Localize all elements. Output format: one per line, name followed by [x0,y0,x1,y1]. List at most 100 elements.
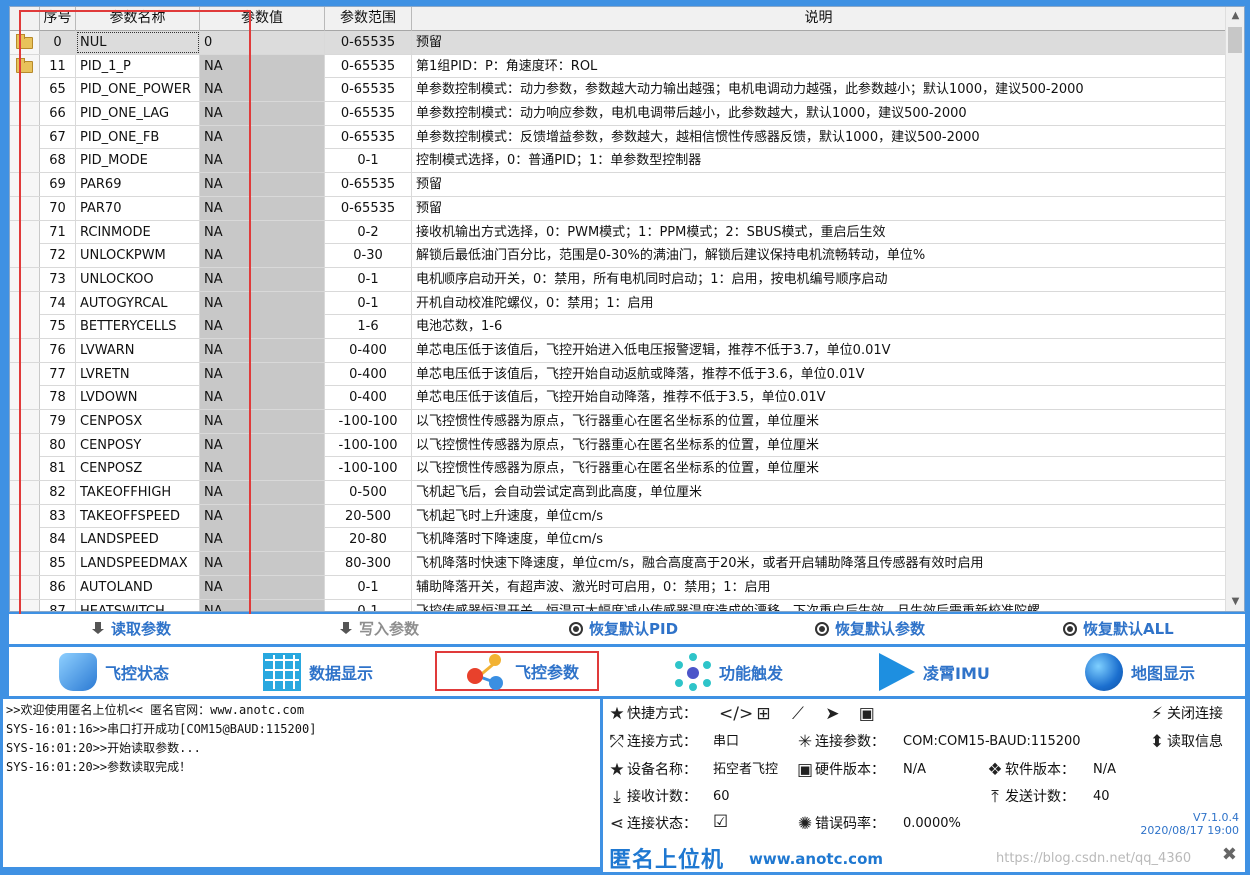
star-icon: ★ [609,760,625,780]
table-row[interactable]: 82 TAKEOFFHIGH NA 0-500 飞机起飞后，会自动尝试定高到此高度，单位… [10,481,1226,505]
device-row: ★ 设备名称： [607,760,697,780]
table-row[interactable]: 85 LANDSPEEDMAX NA 80-300 飞机降落时快速下降速度，单位cm/s… [10,552,1226,576]
cell-desc: 接收机输出方式选择，0：PWM模式；1：PPM模式；2：SBUS模式，重启后生效 [412,220,1226,244]
chart-line-icon[interactable]: ⟋ [788,704,808,724]
table-row[interactable]: 78 LVDOWN NA 0-400 单芯电压低于该值后，飞控开始自动降落，推荐不低于3… [10,386,1226,410]
nav-map-display[interactable]: 地图显示 [1085,647,1195,696]
nav-flight-status[interactable]: 飞控状态 [59,647,169,696]
header-range[interactable]: 参数范围 [325,7,412,31]
cell-value[interactable]: NA [200,54,325,78]
table-row[interactable]: 11 PID_1_P NA 0-65535 第1组PID：P：角速度环：ROL [10,54,1226,79]
table-row[interactable]: 65 PID_ONE_POWER NA 0-65535 单参数控制模式：动力参数，参数越… [10,78,1226,103]
cell-value[interactable]: NA [200,575,325,599]
send-icon[interactable]: ➤ [822,704,842,724]
cell-value[interactable]: 0 [200,31,325,54]
cell-range: 0-30 [325,244,412,268]
box-icon: ❖ [987,760,1003,780]
table-row[interactable]: 84 LANDSPEED NA 20-80 飞机降落时下降速度，单位cm/s [10,528,1226,553]
header-name[interactable]: 参数名称 [76,7,200,31]
cell-no: 80 [40,433,76,457]
cell-range: 0-1 [325,599,412,611]
table-row[interactable]: 81 CENPOSZ NA -100-100 以飞控惯性传感器为原点，飞行器重心在匿名坐… [10,457,1226,482]
cell-value[interactable]: NA [200,244,325,268]
row-indicator [10,433,40,457]
cell-value[interactable]: NA [200,338,325,362]
table-row[interactable]: 73 UNLOCKOO NA 0-1 电机顺序启动开关，0：禁用，所有电机同时启动；1：… [10,267,1226,292]
restore-all-button[interactable]: 恢复默认ALL [1063,614,1174,644]
cell-value[interactable]: NA [200,102,325,126]
nav-data-display[interactable]: 数据显示 [263,647,373,696]
chevron-updown-icon: ⬍ [1149,732,1165,752]
table-row[interactable]: 66 PID_ONE_LAG NA 0-65535 单参数控制模式：动力响应参数，电机电… [10,102,1226,126]
table-row[interactable]: 76 LVWARN NA 0-400 单芯电压低于该值后，飞控开始进入低电压报警逻辑，推… [10,338,1226,363]
table-row[interactable]: 67 PID_ONE_FB NA 0-65535 单参数控制模式：反馈增益参数，参数越大… [10,125,1226,150]
write-params-button[interactable]: 写入参数 [339,614,419,644]
shortcut-icons: </> ⊞ ⟋ ➤ ▣ [719,704,877,724]
hw-label: 硬件版本： [815,762,885,778]
restore-pid-button[interactable]: 恢复默认PID [569,614,678,644]
cell-value[interactable]: NA [200,457,325,481]
code-icon[interactable]: </> [719,704,753,724]
cell-desc: 预留 [412,173,1226,197]
cell-value[interactable]: NA [200,410,325,433]
cell-value[interactable]: NA [200,220,325,244]
scroll-down-icon[interactable]: ▼ [1226,593,1244,611]
table-row[interactable]: 77 LVRETN NA 0-400 单芯电压低于该值后，飞控开始自动返航或降落，推荐不… [10,362,1226,387]
read-params-button[interactable]: 读取参数 [91,614,171,644]
table-row[interactable]: 72 UNLOCKPWM NA 0-30 解锁后最低油门百分比，范围是0-30%的满油门… [10,244,1226,268]
nav-function-trigger[interactable]: 功能触发 [673,647,783,696]
header-desc[interactable]: 说明 [412,7,1226,31]
vertical-scrollbar[interactable]: ▲ ▼ [1225,7,1244,611]
table-row[interactable]: 87 HEATSWITCH NA 0-1 飞控传感器恒温开关，恒温可大幅度减小传感器温度… [10,599,1226,611]
cell-desc: 飞机起飞时上升速度，单位cm/s [412,504,1226,528]
close-connection-button[interactable]: ⚡ 关闭连接 [1147,704,1223,724]
cell-range: 0-65535 [325,196,412,220]
header-value[interactable]: 参数值 [200,7,325,31]
cell-value[interactable]: NA [200,315,325,339]
cell-value[interactable]: NA [200,291,325,315]
table-row[interactable]: 79 CENPOSX NA -100-100 以飞控惯性传感器为原点，飞行器重心在匿名坐… [10,410,1226,434]
table-row[interactable]: 71 RCINMODE NA 0-2 接收机输出方式选择，0：PWM模式；1：PPM模式… [10,220,1226,245]
table-row[interactable]: 86 AUTOLAND NA 0-1 辅助降落开关，有超声波、激光时可启用，0：禁用；1… [10,575,1226,600]
table-row[interactable]: 83 TAKEOFFSPEED NA 20-500 飞机起飞时上升速度，单位cm/s [10,504,1226,529]
cell-desc: 单参数控制模式：动力参数，参数越大动力输出越强；电机电调动力越强，此参数越小；默… [412,78,1226,102]
cell-value[interactable]: NA [200,433,325,457]
table-row[interactable]: 80 CENPOSY NA -100-100 以飞控惯性传感器为原点，飞行器重心在匿名坐… [10,433,1226,458]
cell-value[interactable]: NA [200,504,325,528]
brand-url[interactable]: www.anotc.com [749,850,883,868]
scroll-thumb[interactable] [1228,27,1242,53]
cell-no: 82 [40,481,76,505]
cell-value[interactable]: NA [200,552,325,576]
nav-imu-label: 凌霄IMU [923,663,990,683]
cell-value[interactable]: NA [200,78,325,102]
nav-flight-status-label: 飞控状态 [105,663,170,683]
chip-icon[interactable]: ▣ [857,704,877,724]
table-row[interactable]: 69 PAR69 NA 0-65535 预留 [10,173,1226,197]
table-row[interactable]: 70 PAR70 NA 0-65535 预留 [10,196,1226,221]
header-no[interactable]: 序号 [40,7,76,31]
cell-desc: 以飞控惯性传感器为原点，飞行器重心在匿名坐标系的位置，单位厘米 [412,433,1226,457]
table-row[interactable]: 0 NUL 0 0-65535 预留 [10,31,1226,55]
cell-value[interactable]: NA [200,196,325,220]
cell-value[interactable]: NA [200,386,325,410]
cell-value[interactable]: NA [200,528,325,552]
restore-param-button[interactable]: 恢复默认参数 [815,614,925,644]
cell-name: PID_ONE_POWER [76,78,200,102]
read-info-button[interactable]: ⬍ 读取信息 [1147,732,1223,752]
cell-value[interactable]: NA [200,481,325,505]
cell-value[interactable]: NA [200,599,325,611]
cell-value[interactable]: NA [200,173,325,197]
hierarchy-icon[interactable]: ⊞ [753,704,773,724]
table-row[interactable]: 68 PID_MODE NA 0-1 控制模式选择，0：普通PID；1：单参数型控制器 [10,149,1226,174]
cell-value[interactable]: NA [200,267,325,291]
nav-flight-params[interactable]: 飞控参数 [435,651,600,691]
cell-value[interactable]: NA [200,362,325,386]
nav-imu[interactable]: 凌霄IMU [879,647,990,696]
cell-value[interactable]: NA [200,149,325,173]
table-row[interactable]: 75 BETTERYCELLS NA 1-6 电池芯数，1-6 [10,315,1226,339]
close-icon[interactable]: ✖ [1222,844,1237,865]
cell-value[interactable]: NA [200,125,325,149]
table-row[interactable]: 74 AUTOGYRCAL NA 0-1 开机自动校准陀螺仪，0：禁用；1：启用 [10,291,1226,316]
scroll-up-icon[interactable]: ▲ [1226,7,1244,25]
log-console[interactable]: >>欢迎使用匿名上位机<< 匿名官网：www.anotc.com SYS-16:… [3,699,600,867]
